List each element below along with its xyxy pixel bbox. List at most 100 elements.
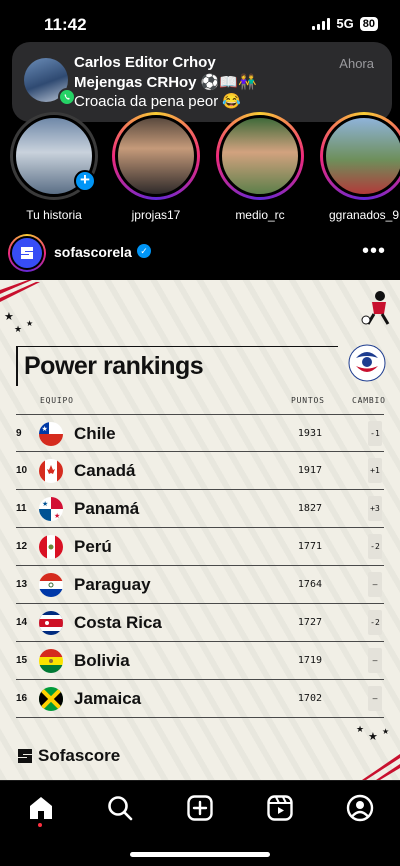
home-indicator: [130, 852, 270, 857]
stories-tray: + Tu historia jprojas17 medio_rc ggranad…: [0, 112, 400, 222]
svg-text:★: ★: [368, 731, 378, 743]
svg-text:★: ★: [4, 311, 14, 323]
panama-flag-icon: ★★: [39, 497, 63, 521]
paraguay-flag-icon: [39, 573, 63, 597]
post-header: sofascorela ✓ •••: [0, 232, 400, 274]
story-avatar: [115, 115, 197, 197]
svg-text:★: ★: [26, 319, 33, 328]
team-points: 1771: [297, 541, 322, 552]
signal-icon: [312, 17, 331, 30]
rank-change: -1: [368, 421, 382, 446]
post-username[interactable]: sofascorela: [54, 244, 132, 260]
team-points: 1917: [297, 465, 322, 476]
brand-label: Sofascore: [38, 746, 121, 765]
rank-number: 12: [16, 541, 28, 552]
rankings-title: Power rankings: [24, 352, 204, 380]
status-time: 11:42: [44, 15, 87, 34]
table-row: 13 Paraguay 1764 –: [16, 566, 384, 604]
story-avatar: [219, 115, 301, 197]
story-ring: [216, 112, 304, 200]
team-points: 1764: [297, 579, 322, 590]
svg-text:★: ★: [382, 727, 389, 736]
story-ggranados[interactable]: ggranados_9: [318, 112, 400, 222]
more-options-icon[interactable]: •••: [362, 240, 386, 263]
sofascore-brand: Sofascore: [16, 746, 120, 766]
player-icon: [361, 291, 390, 325]
notification-banner[interactable]: Carlos Editor Crhoy Mejengas CRHoy ⚽📖👫 C…: [12, 42, 392, 122]
story-own[interactable]: + Tu historia: [8, 112, 100, 222]
jamaica-flag-icon: [39, 687, 63, 711]
rank-number: 15: [16, 655, 28, 666]
search-icon[interactable]: [105, 793, 135, 823]
network-label: 5G: [336, 16, 354, 31]
team-points: 1931: [297, 428, 322, 439]
notification-title: Carlos Editor Crhoy: [74, 54, 216, 71]
story-label: jprojas17: [131, 208, 181, 222]
table-row: 14 Costa Rica 1727 -2: [16, 604, 384, 642]
bolivia-flag-icon: [39, 649, 63, 673]
status-bar: 11:42 5G 80: [0, 0, 400, 44]
stripes-decoration: ★ ★ ★: [356, 724, 400, 780]
svg-text:★: ★: [356, 724, 364, 734]
story-label: medio_rc: [235, 208, 285, 222]
costa-rica-flag-icon: [39, 611, 63, 635]
team-name: Jamaica: [74, 689, 142, 708]
rank-number: 9: [16, 428, 22, 439]
stripes-decoration: ★ ★ ★: [0, 280, 40, 334]
sofascore-mark-icon: [18, 749, 32, 763]
rank-change: -2: [368, 610, 382, 635]
story-jprojas17[interactable]: jprojas17: [110, 112, 202, 222]
story-avatar: [323, 115, 400, 197]
story-ring: [320, 112, 400, 200]
table-row: 15 Bolivia 1719 –: [16, 642, 384, 680]
svg-text:★: ★: [54, 512, 60, 520]
team-name: Bolivia: [74, 651, 130, 670]
create-icon[interactable]: [185, 793, 215, 823]
add-story-icon[interactable]: +: [74, 170, 96, 192]
rank-number: 16: [16, 693, 28, 704]
team-points: 1719: [297, 655, 322, 666]
rank-number: 10: [16, 465, 28, 476]
col-header-team: EQUIPO: [40, 396, 74, 405]
team-name: Perú: [74, 537, 112, 556]
team-points: 1827: [297, 503, 322, 514]
post-avatar[interactable]: [8, 234, 46, 272]
rank-number: 14: [16, 617, 28, 628]
rank-change: -2: [368, 534, 382, 559]
rank-number: 11: [16, 503, 27, 514]
notification-message: Croacia da pena peor 😂: [74, 93, 242, 110]
notification-dot: [38, 823, 42, 827]
team-points: 1702: [297, 693, 322, 704]
team-name: Chile: [74, 424, 116, 443]
table-row: 9 ★ Chile 1931 -1: [16, 414, 384, 452]
peru-flag-icon: [39, 535, 63, 559]
rank-change: –: [368, 686, 382, 711]
team-name: Costa Rica: [74, 613, 162, 632]
story-label: Tu historia: [26, 208, 82, 222]
table-row: 10 Canadá 1917 +1: [16, 452, 384, 490]
rank-change: +1: [368, 458, 382, 483]
story-ring: [112, 112, 200, 200]
copa-america-logo-icon: [348, 344, 386, 382]
team-name: Panamá: [74, 499, 140, 518]
verified-badge-icon: ✓: [137, 244, 151, 258]
table-row: 11 ★ ★ Panamá 1827 +3: [16, 490, 384, 528]
story-medio-rc[interactable]: medio_rc: [214, 112, 306, 222]
chile-flag-icon: ★: [39, 422, 63, 446]
team-points: 1727: [297, 617, 322, 628]
reels-icon[interactable]: [265, 793, 295, 823]
rank-change: –: [368, 648, 382, 673]
team-name: Paraguay: [74, 575, 151, 594]
post-image[interactable]: ★ ★ ★ Power rankings EQUIPO PUNTOS CAMBI…: [0, 280, 400, 780]
table-row: 16 Jamaica 1702 –: [16, 680, 384, 718]
rank-change: +3: [368, 496, 382, 521]
sofascore-logo-icon: [10, 236, 44, 270]
rank-number: 13: [16, 579, 28, 590]
profile-icon[interactable]: [345, 793, 375, 823]
col-header-points: PUNTOS: [291, 396, 325, 405]
table-row: 12 Perú 1771 -2: [16, 528, 384, 566]
status-indicators: 5G 80: [312, 16, 378, 31]
home-icon[interactable]: [26, 793, 56, 823]
svg-text:★: ★: [14, 324, 22, 334]
canada-flag-icon: [39, 459, 63, 483]
